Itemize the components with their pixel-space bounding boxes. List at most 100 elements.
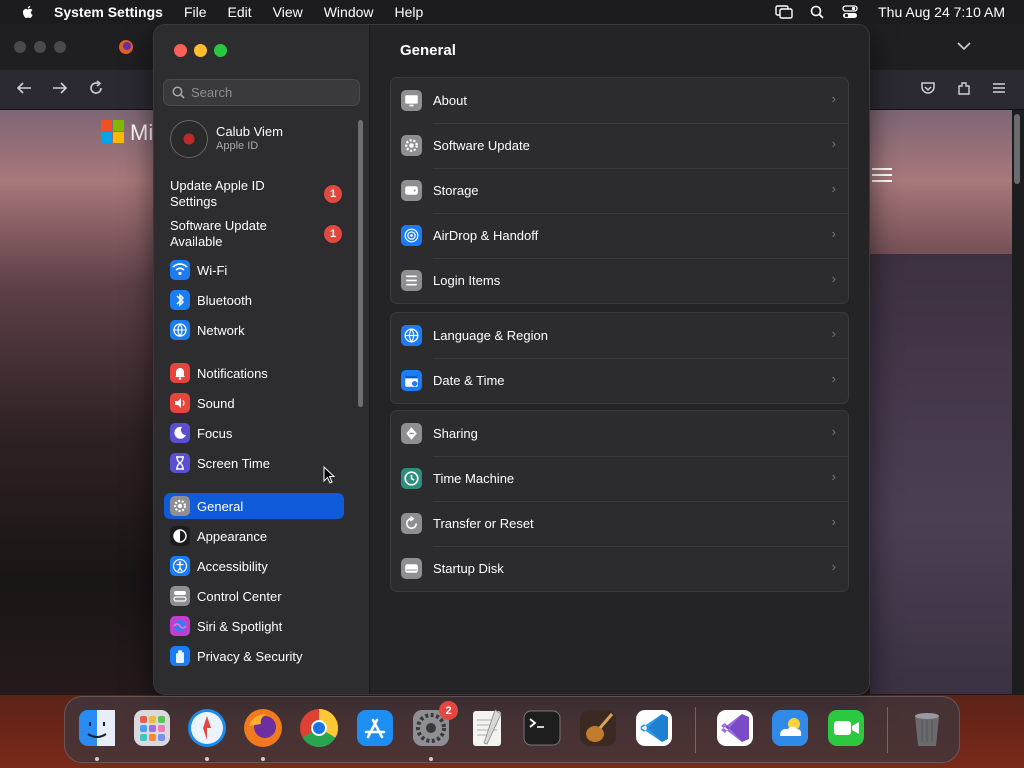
row-software-update[interactable]: Software Update ›	[391, 123, 848, 168]
apple-id-profile[interactable]: Calub Viem Apple ID	[170, 118, 340, 160]
launchpad-icon[interactable]	[130, 706, 174, 750]
window-minimize-button[interactable]	[194, 44, 207, 57]
firefox-tab-icon[interactable]	[118, 39, 134, 55]
browser-close-button[interactable]	[14, 41, 26, 53]
browser-scrollbar-thumb[interactable]	[1014, 114, 1020, 184]
accessibility-icon	[170, 556, 190, 576]
textedit-icon[interactable]	[465, 706, 509, 750]
chrome-icon[interactable]	[297, 706, 341, 750]
menu-help[interactable]: Help	[395, 4, 424, 20]
apple-logo-icon[interactable]	[20, 4, 36, 20]
back-arrow-icon[interactable]	[16, 81, 32, 95]
extensions-icon[interactable]	[956, 80, 972, 96]
row-storage[interactable]: Storage ›	[391, 168, 848, 213]
terminal-icon[interactable]	[520, 706, 564, 750]
row-label: AirDrop & Handoff	[433, 228, 539, 243]
speaker-icon	[170, 393, 190, 413]
window-zoom-button[interactable]	[214, 44, 227, 57]
settings-group: Sharing › Time Machine › Transfer or Reset › S…	[390, 410, 849, 592]
browser-scrollbar[interactable]	[1012, 110, 1024, 695]
page-menu-icon[interactable]	[872, 168, 892, 182]
sidebar-item-privacy-security[interactable]: Privacy & Security	[164, 643, 344, 669]
chevron-right-icon: ›	[831, 469, 836, 484]
forward-arrow-icon[interactable]	[52, 81, 68, 95]
sidebar-item-label: Siri & Spotlight	[197, 618, 283, 634]
wifi-icon	[170, 260, 190, 280]
visual-studio-icon[interactable]	[713, 706, 757, 750]
browser-zoom-button[interactable]	[54, 41, 66, 53]
sidebar-item-label: Bluetooth	[197, 292, 252, 308]
row-label: Sharing	[433, 426, 478, 441]
background-sea	[870, 254, 1012, 694]
reset-icon	[401, 513, 422, 534]
airdrop-icon	[401, 225, 422, 246]
sidebar-item-network[interactable]: Network	[164, 317, 344, 343]
sidebar-search[interactable]	[163, 79, 360, 106]
menu-icon[interactable]	[992, 82, 1006, 94]
safari-icon[interactable]	[185, 706, 229, 750]
menu-window[interactable]: Window	[324, 4, 374, 20]
sidebar-item-label: Network	[197, 322, 245, 338]
row-date-time[interactable]: Date & Time ›	[391, 358, 848, 403]
row-sharing[interactable]: Sharing ›	[391, 411, 848, 456]
trash-icon[interactable]	[905, 706, 949, 750]
chevron-down-icon[interactable]	[957, 41, 971, 51]
sidebar-item-screen-time[interactable]: Screen Time	[164, 450, 344, 476]
row-airdrop-handoff[interactable]: AirDrop & Handoff ›	[391, 213, 848, 258]
sidebar-item-wi-fi[interactable]: Wi-Fi	[164, 257, 344, 283]
row-label: Transfer or Reset	[433, 516, 534, 531]
spotlight-search-icon[interactable]	[808, 4, 826, 20]
row-login-items[interactable]: Login Items ›	[391, 258, 848, 303]
settings-group: About › Software Update › Storage › AirDrop & …	[390, 77, 849, 304]
sidebar-item-appearance[interactable]: Appearance	[164, 523, 344, 549]
sidebar-item-label: Control Center	[197, 588, 282, 604]
control-center-menubar-icon[interactable]	[841, 4, 859, 20]
system-settings-window: Calub Viem Apple ID Update Apple ID Sett…	[154, 25, 869, 694]
sidebar-item-general[interactable]: General	[164, 493, 344, 519]
weather-icon[interactable]	[768, 706, 812, 750]
row-startup-disk[interactable]: Startup Disk ›	[391, 546, 848, 591]
menu-file[interactable]: File	[184, 4, 207, 20]
menu-bar: System Settings File Edit View Window He…	[0, 0, 1024, 24]
sidebar-item-siri-spotlight[interactable]: Siri & Spotlight	[164, 613, 344, 639]
garageband-icon[interactable]	[576, 706, 620, 750]
siri-icon	[170, 616, 190, 636]
pocket-icon[interactable]	[920, 81, 936, 95]
sidebar-item-sound[interactable]: Sound	[164, 390, 344, 416]
menu-view[interactable]: View	[273, 4, 303, 20]
sidebar-item-notifications[interactable]: Notifications	[164, 360, 344, 386]
vscode-icon[interactable]	[632, 706, 676, 750]
sidebar-scrollbar[interactable]	[358, 120, 363, 407]
search-input[interactable]	[191, 85, 351, 100]
chevron-right-icon: ›	[831, 371, 836, 386]
reload-icon[interactable]	[88, 80, 104, 96]
sidebar-item-bluetooth[interactable]: Bluetooth	[164, 287, 344, 313]
microsoft-logo-icon	[101, 120, 124, 143]
globe-icon	[401, 325, 422, 346]
app-store-icon[interactable]	[353, 706, 397, 750]
sidebar-item-accessibility[interactable]: Accessibility	[164, 553, 344, 579]
sidebar-item-label: Sound	[197, 395, 235, 411]
menu-app-name[interactable]: System Settings	[54, 4, 163, 20]
sidebar-item-focus[interactable]: Focus	[164, 420, 344, 446]
running-indicator	[205, 757, 209, 761]
notice-update-apple-id[interactable]: Update Apple ID Settings 1	[170, 178, 342, 210]
hourglass-icon	[170, 453, 190, 473]
row-time-machine[interactable]: Time Machine ›	[391, 456, 848, 501]
menu-edit[interactable]: Edit	[228, 4, 252, 20]
search-icon	[172, 86, 185, 99]
dock-separator	[695, 707, 696, 753]
row-label: Language & Region	[433, 328, 548, 343]
notice-software-update[interactable]: Software Update Available 1	[170, 218, 342, 250]
screen-mirroring-icon[interactable]	[775, 4, 793, 20]
browser-minimize-button[interactable]	[34, 41, 46, 53]
sidebar-item-control-center[interactable]: Control Center	[164, 583, 344, 609]
row-transfer-or-reset[interactable]: Transfer or Reset ›	[391, 501, 848, 546]
window-close-button[interactable]	[174, 44, 187, 57]
row-language-region[interactable]: Language & Region ›	[391, 313, 848, 358]
finder-icon[interactable]	[75, 706, 119, 750]
row-about[interactable]: About ›	[391, 78, 848, 123]
facetime-icon[interactable]	[824, 706, 868, 750]
menubar-clock[interactable]: Thu Aug 24 7:10 AM	[878, 4, 1005, 20]
firefox-icon[interactable]	[241, 706, 285, 750]
